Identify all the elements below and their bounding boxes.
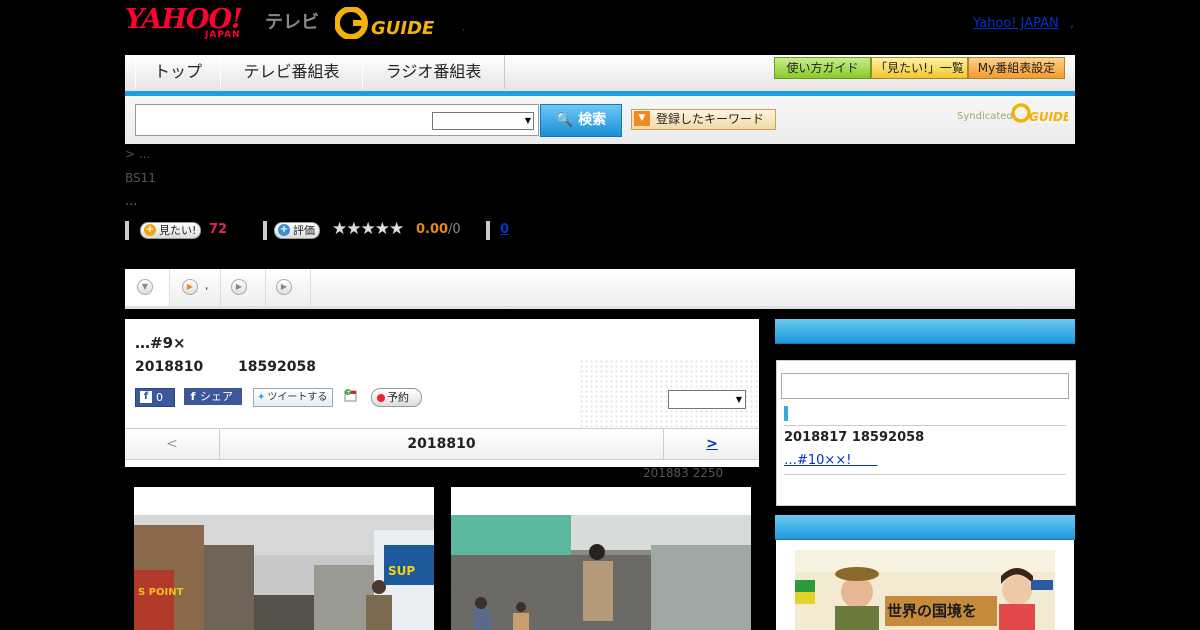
yahoo-japan-link[interactable]: Yahoo! JAPAN (973, 16, 1059, 31)
sidebar-promo-header (775, 515, 1075, 540)
tweet-button[interactable]: ✦ ツイートする (253, 388, 333, 407)
reminder-select[interactable]: ▼ (668, 390, 746, 409)
program-time: 18592058 (238, 359, 316, 375)
want-count: 72 (209, 222, 228, 237)
facebook-like-count: 0 (156, 391, 163, 404)
facebook-icon: f (190, 390, 196, 403)
svg-text:+: + (346, 389, 351, 396)
search-category-select[interactable]: ▼ (432, 112, 534, 130)
header-separator: , (462, 22, 466, 33)
reserve-recording-button[interactable]: 予約 (371, 388, 422, 407)
nav-tab-radio-listings[interactable]: ラジオ番組表 (362, 55, 505, 89)
review-count-link[interactable]: 0 (500, 222, 509, 237)
facebook-share-label: シェア (200, 390, 233, 403)
chevron-down-icon: ▼ (735, 395, 742, 404)
want-list-button[interactable]: 「見たい!」一覧 (871, 57, 968, 79)
gguide-logo[interactable]: GUIDE (335, 7, 435, 39)
nav-tab-top[interactable]: トップ (135, 55, 221, 89)
sidebar-divider (784, 474, 1066, 475)
rate-button[interactable]: + 評価 (274, 222, 320, 239)
breadcrumb[interactable]: > ... (125, 147, 150, 161)
syndicated-label: Syndicated (957, 111, 1013, 122)
next-episode-link[interactable]: > (663, 429, 760, 459)
reserve-label: 予約 (387, 391, 409, 404)
tab-related[interactable]: ▶ , (170, 269, 221, 306)
program-subtitle: ... (125, 194, 138, 209)
promo-banner[interactable]: 世界の国境を (795, 550, 1055, 630)
program-photo-2[interactable] (451, 487, 751, 630)
my-schedule-settings-button[interactable]: My番組表設定 (968, 57, 1065, 79)
facebook-like-button[interactable]: f0 (135, 388, 175, 407)
sidebar-next-date: 2018817 18592058 (784, 430, 925, 445)
play-icon: ▶ (276, 279, 292, 295)
tab-third[interactable]: ▶ (221, 269, 266, 306)
channel-name: BS11 (125, 171, 156, 185)
sidebar-input[interactable] (781, 373, 1069, 399)
tab-related-label: , (205, 279, 209, 292)
search-button[interactable]: 🔍 検索 (540, 104, 622, 137)
tweet-label: ツイートする (267, 392, 328, 403)
rating-total: /0 (448, 222, 461, 237)
add-calendar-icon[interactable]: + (344, 388, 358, 402)
sidebar-subheading-marker (784, 406, 788, 421)
date-navigation: < 2018810 > (125, 428, 759, 460)
twitter-bird-icon: ✦ (257, 392, 266, 403)
chevron-down-icon: ▼ (137, 279, 153, 295)
search-icon: 🔍 (555, 112, 574, 128)
facebook-icon: f (140, 391, 152, 403)
svg-text:S POINT: S POINT (138, 587, 184, 598)
yahoo-japan-logo-subtext: JAPAN (205, 30, 241, 40)
play-icon: ▶ (231, 279, 247, 295)
promo-banner-headline: 世界の国境を (887, 602, 978, 620)
rate-label: 評価 (293, 224, 315, 237)
search-button-label: 検索 (578, 112, 607, 128)
svg-text:GUIDE: GUIDE (371, 18, 435, 39)
rating-score: 0.00 (416, 222, 449, 237)
registered-keywords-button[interactable]: ▼ 登録したキーワード (631, 109, 776, 130)
program-photo-1[interactable]: S POINT SUP (134, 487, 434, 630)
facebook-share-button[interactable]: f シェア (184, 388, 242, 405)
svg-text:SUP: SUP (388, 564, 415, 578)
divider (263, 221, 267, 240)
divider (486, 221, 490, 240)
tab-program-info[interactable]: ▼ (125, 269, 170, 306)
plus-icon: + (144, 224, 156, 236)
want-to-watch-label: 見たい! (159, 224, 197, 237)
record-icon (377, 394, 385, 402)
svg-text:GUIDE: GUIDE (1029, 110, 1068, 124)
street-scene-image: S POINT SUP (134, 515, 434, 630)
sidebar-next-episode-link[interactable]: …#10××! (784, 449, 877, 468)
plus-icon: + (278, 224, 290, 236)
usage-guide-button[interactable]: 使い方ガイド (774, 57, 871, 79)
sidebar-divider (784, 425, 1066, 426)
chevron-down-icon: ▼ (524, 116, 531, 125)
play-icon: ▶ (182, 279, 198, 295)
nav-tab-tv-listings[interactable]: テレビ番組表 (220, 55, 363, 89)
last-updated: 201883 2250 (643, 466, 724, 480)
tv-logo-text[interactable]: テレビ (265, 8, 319, 34)
header-trailing-link[interactable]: , (1070, 16, 1074, 31)
syndicated-gguide-logo: GUIDE (1012, 103, 1068, 124)
program-title: …#9× (135, 334, 186, 352)
market-scene-image (451, 515, 751, 630)
divider (125, 221, 129, 240)
main-nav-bar: トップ テレビ番組表 ラジオ番組表 使い方ガイド 「見たい!」一覧 My番組表設… (125, 55, 1075, 96)
registered-keywords-label: 登録したキーワード (656, 112, 765, 126)
arrow-down-icon: ▼ (634, 111, 650, 126)
tab-fourth[interactable]: ▶ (266, 269, 311, 306)
prev-episode-button[interactable]: < (125, 429, 220, 459)
rating-stars: ★★★★★ (332, 219, 404, 239)
current-episode-date: 2018810 (407, 436, 476, 452)
program-tab-strip: ▼ ▶ , ▶ ▶ (125, 269, 1075, 309)
want-to-watch-button[interactable]: + 見たい! (140, 222, 202, 239)
program-date: 2018810 (135, 359, 204, 375)
sidebar-next-broadcast-header (775, 319, 1075, 344)
